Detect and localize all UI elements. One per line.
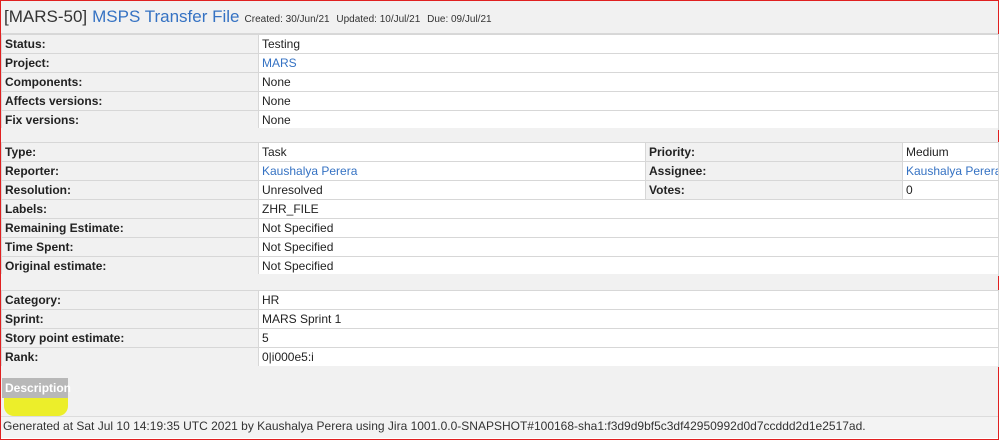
resolution-label: Resolution: (1, 180, 259, 200)
original-estimate-label: Original estimate: (1, 256, 259, 276)
table-row: Components: None (1, 72, 999, 92)
assignee-link[interactable]: Kaushalya Perera (902, 161, 999, 181)
table-row: Affects versions: None (1, 91, 999, 111)
issue-dates: Created: 30/Jun/21 Updated: 10/Jul/21 Du… (245, 14, 492, 25)
components-value: None (258, 72, 999, 92)
rank-value: 0|i000e5:i (258, 347, 999, 367)
rank-label: Rank: (1, 347, 259, 367)
priority-value: Medium (902, 142, 999, 162)
reporter-link[interactable]: Kaushalya Perera (258, 161, 646, 181)
project-link[interactable]: MARS (258, 53, 999, 73)
affects-versions-value: None (258, 91, 999, 111)
original-estimate-value: Not Specified (258, 256, 999, 276)
reporter-label: Reporter: (1, 161, 259, 181)
table-row: Sprint: MARS Sprint 1 (1, 309, 999, 329)
type-value: Task (258, 142, 646, 162)
affects-versions-label: Affects versions: (1, 91, 259, 111)
fix-versions-label: Fix versions: (1, 110, 259, 130)
category-label: Category: (1, 290, 259, 310)
table-row: Remaining Estimate: Not Specified (1, 218, 999, 238)
fields-table-agile: Category: HR Sprint: MARS Sprint 1 Story… (1, 290, 999, 367)
category-value: HR (258, 290, 999, 310)
votes-value: 0 (902, 180, 999, 200)
story-points-value: 5 (258, 328, 999, 348)
resolution-value: Unresolved (258, 180, 646, 200)
issue-header: [MARS-50] MSPS Transfer File Created: 30… (1, 1, 998, 34)
table-row: Fix versions: None (1, 110, 999, 130)
project-label: Project: (1, 53, 259, 73)
updated-date: Updated: 10/Jul/21 (336, 13, 421, 25)
generated-footer: Generated at Sat Jul 10 14:19:35 UTC 202… (1, 416, 998, 438)
due-date: Due: 09/Jul/21 (427, 13, 492, 25)
labels-label: Labels: (1, 199, 259, 219)
components-label: Components: (1, 72, 259, 92)
table-row: Resolution: Unresolved Votes: 0 (1, 180, 999, 200)
table-row: Story point estimate: 5 (1, 328, 999, 348)
table-row: Original estimate: Not Specified (1, 256, 999, 276)
votes-label: Votes: (645, 180, 903, 200)
status-label: Status: (1, 34, 259, 54)
type-label: Type: (1, 142, 259, 162)
fields-table-general: Status: Testing Project: MARS Components… (1, 34, 999, 130)
fix-versions-value: None (258, 110, 999, 130)
priority-label: Priority: (645, 142, 903, 162)
assignee-label: Assignee: (645, 161, 903, 181)
table-row: Status: Testing (1, 34, 999, 54)
table-row: Category: HR (1, 290, 999, 310)
table-row: Reporter: Kaushalya Perera Assignee: Kau… (1, 161, 999, 181)
created-date: Created: 30/Jun/21 (244, 13, 330, 25)
labels-value: ZHR_FILE (258, 199, 999, 219)
status-value: Testing (258, 34, 999, 54)
table-row: Time Spent: Not Specified (1, 237, 999, 257)
section-divider (1, 274, 998, 290)
sprint-label: Sprint: (1, 309, 259, 329)
yellow-highlight-mark (4, 398, 68, 416)
remaining-estimate-label: Remaining Estimate: (1, 218, 259, 238)
section-divider (1, 128, 998, 142)
time-spent-value: Not Specified (258, 237, 999, 257)
fields-table-details: Type: Task Priority: Medium Reporter: Ka… (1, 142, 999, 276)
table-row: Rank: 0|i000e5:i (1, 347, 999, 367)
table-row: Labels: ZHR_FILE (1, 199, 999, 219)
table-row: Type: Task Priority: Medium (1, 142, 999, 162)
remaining-estimate-value: Not Specified (258, 218, 999, 238)
sprint-value: MARS Sprint 1 (258, 309, 999, 329)
story-points-label: Story point estimate: (1, 328, 259, 348)
description-tab[interactable]: Description (2, 378, 71, 398)
time-spent-label: Time Spent: (1, 237, 259, 257)
issue-key: [MARS-50] (4, 7, 88, 26)
description-section (1, 366, 998, 416)
table-row: Project: MARS (1, 53, 999, 73)
issue-summary-link[interactable]: MSPS Transfer File (92, 7, 239, 27)
